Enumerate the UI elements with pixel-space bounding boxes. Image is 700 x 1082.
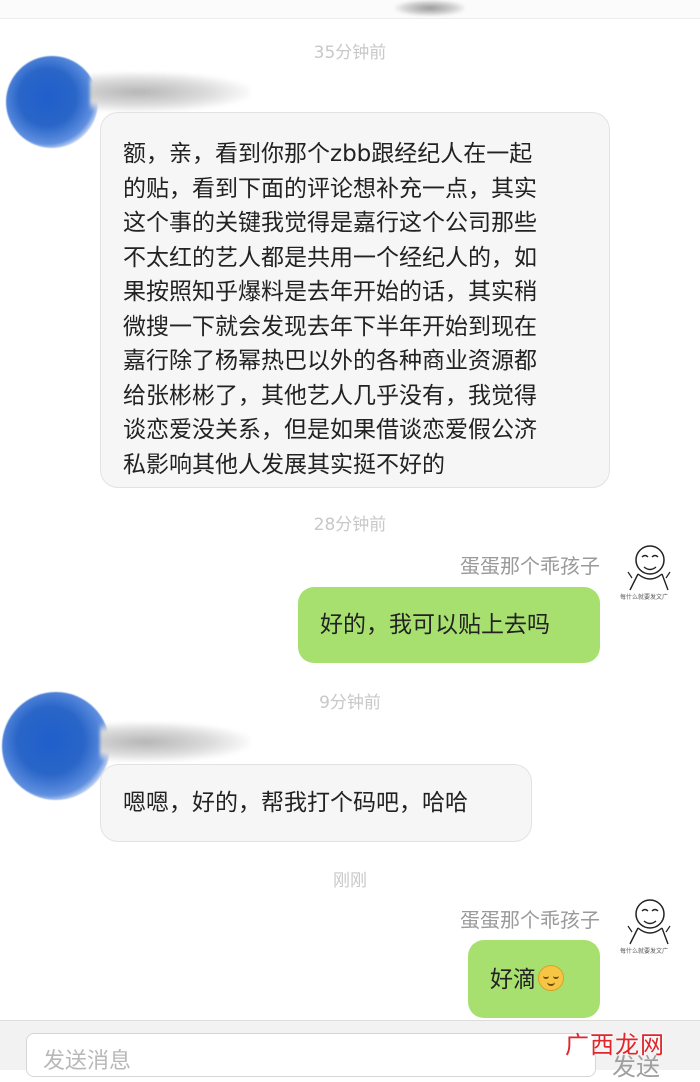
timestamp: 35分钟前: [313, 43, 387, 63]
message-line: 果按照知乎爆料是去年开始的话，其实稍: [123, 279, 537, 305]
message-text: 嗯嗯，好的，帮我打个码吧，哈哈: [123, 790, 468, 816]
message-line: 额，亲，看到你那个zbb跟经纪人在一起: [123, 141, 533, 167]
timestamp: 刚刚: [333, 871, 367, 891]
timestamp: 9分钟前: [319, 693, 381, 713]
incoming-message-bubble[interactable]: 嗯嗯，好的，帮我打个码吧，哈哈: [100, 764, 532, 842]
message-line: 谈恋爱没关系，但是如果借谈恋爱假公济: [123, 417, 537, 443]
message-input[interactable]: 发送消息: [26, 1033, 596, 1077]
timestamp: 28分钟前: [313, 515, 387, 535]
message-text: 好滴: [490, 967, 536, 993]
sender-name: 蛋蛋那个乖孩子: [460, 554, 600, 578]
blurred-avatar[interactable]: [2, 692, 110, 800]
message-line: 的贴，看到下面的评论想补充一点，其实: [123, 175, 537, 202]
incoming-message-bubble[interactable]: 额，亲，看到你那个zbb跟经纪人在一起 的贴，看到下面的评论想补充一点，其实 这…: [100, 112, 610, 488]
message-line: 嘉行除了杨幂热巴以外的各种商业资源都: [123, 348, 537, 374]
site-watermark: 广西龙网: [565, 1031, 665, 1059]
blurred-avatar[interactable]: [6, 56, 98, 148]
meme-caption: 每什么就要发文广: [620, 948, 669, 955]
blurred-title: [395, 0, 465, 16]
input-placeholder: 发送消息: [43, 1049, 132, 1074]
outgoing-message-bubble[interactable]: 好滴: [468, 940, 600, 1018]
outgoing-message-bubble[interactable]: 好的，我可以贴上去吗: [298, 587, 600, 663]
message-line: 不太红的艺人都是共用一个经纪人的，如: [123, 244, 537, 271]
message-line: 私影响其他人发展其实挺不好的: [123, 451, 445, 478]
top-bar: [0, 0, 700, 19]
relieved-face-emoji: [538, 965, 564, 991]
message-text: 好的，我可以贴上去吗: [320, 612, 550, 638]
meme-caption: 每什么就要发文广: [620, 594, 669, 601]
message-line: 给张彬彬了，其他艺人几乎没有，我觉得: [123, 382, 537, 409]
message-line: 这个事的关键我觉得是嘉行这个公司那些: [123, 210, 537, 236]
sender-name: 蛋蛋那个乖孩子: [460, 908, 600, 932]
blurred-sender-name: [100, 722, 250, 762]
blurred-sender-name: [90, 72, 250, 112]
message-line: 微搜一下就会发现去年下半年开始到现在: [123, 313, 537, 340]
